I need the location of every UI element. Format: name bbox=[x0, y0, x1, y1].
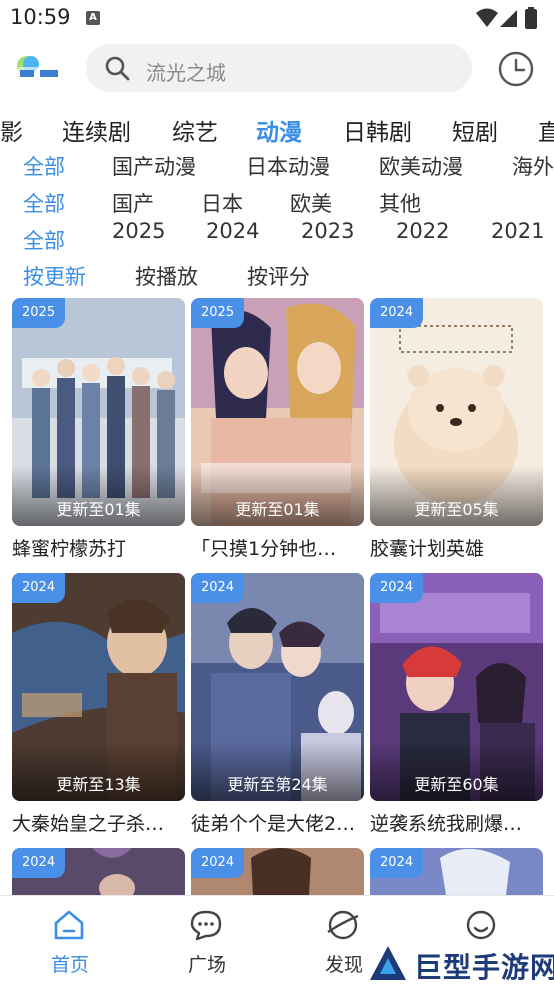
planet-icon bbox=[327, 910, 359, 940]
episode-status: 更新至01集 bbox=[235, 500, 320, 519]
status-bar: 10:59 A bbox=[0, 0, 554, 36]
card-title[interactable]: 徒弟个个是大佬2… bbox=[191, 809, 364, 836]
poster-image: 2025 更新至01集 bbox=[12, 298, 185, 526]
history-clock-icon[interactable] bbox=[497, 50, 535, 88]
year-badge: 2024 bbox=[12, 848, 66, 878]
smile-icon bbox=[466, 910, 496, 940]
year-badge: 2025 bbox=[12, 298, 66, 328]
year-badge: 2025 bbox=[191, 298, 245, 328]
watermark-text: 巨型手游网 bbox=[414, 951, 554, 984]
filter-year-2021[interactable]: 2021 bbox=[491, 219, 544, 243]
poster-image: 2025 更新至01集 bbox=[191, 298, 364, 526]
card-title[interactable]: 大秦始皇之子杀… bbox=[12, 809, 185, 836]
nav-square-label: 广场 bbox=[187, 954, 226, 976]
filter-region-jp[interactable]: 日本 bbox=[201, 188, 243, 218]
search-input[interactable]: 流光之城 bbox=[146, 57, 226, 86]
search-bar[interactable] bbox=[86, 44, 472, 92]
filter-year-2024[interactable]: 2024 bbox=[206, 219, 259, 243]
tab-short-drama[interactable]: 短剧 bbox=[452, 113, 498, 147]
status-time: 10:59 bbox=[10, 5, 71, 29]
sort-by-plays[interactable]: 按播放 bbox=[135, 261, 198, 291]
episode-status: 更新至60集 bbox=[414, 775, 499, 794]
filter-type-west[interactable]: 欧美动漫 bbox=[379, 151, 463, 181]
cellular-icon bbox=[500, 10, 517, 27]
wifi-icon bbox=[476, 8, 498, 27]
watermark-logo bbox=[370, 946, 406, 980]
tab-live[interactable]: 直 bbox=[538, 113, 554, 147]
poster-image: 2024 bbox=[12, 848, 185, 895]
tab-variety[interactable]: 综艺 bbox=[172, 113, 218, 147]
card-title[interactable]: 蜂蜜柠檬苏打 bbox=[12, 534, 185, 561]
tab-tv-series[interactable]: 连续剧 bbox=[62, 113, 131, 147]
filter-year-all[interactable]: 全部 bbox=[23, 225, 65, 255]
filter-type-all[interactable]: 全部 bbox=[23, 151, 65, 181]
year-badge: 2024 bbox=[191, 848, 245, 878]
filter-type-overseas[interactable]: 海外 bbox=[512, 151, 554, 181]
card-title[interactable]: 逆袭系统我刷爆… bbox=[370, 809, 543, 836]
episode-status: 更新至01集 bbox=[56, 500, 141, 519]
filter-type-jp[interactable]: 日本动漫 bbox=[246, 151, 330, 181]
filter-region-cn[interactable]: 国产 bbox=[112, 188, 154, 218]
filter-region-all[interactable]: 全部 bbox=[23, 188, 65, 218]
chat-icon bbox=[190, 910, 222, 941]
notification-icon: A bbox=[86, 11, 100, 25]
filter-type-cn[interactable]: 国产动漫 bbox=[112, 151, 196, 181]
year-badge: 2024 bbox=[191, 573, 245, 603]
sort-by-rating[interactable]: 按评分 bbox=[247, 261, 310, 291]
episode-status: 更新至05集 bbox=[414, 500, 499, 519]
year-badge: 2024 bbox=[370, 573, 424, 603]
watermark: 巨型手游网 bbox=[362, 940, 554, 986]
poster-image: 2024 更新至第24集 bbox=[191, 573, 364, 801]
nav-square[interactable]: 广场 bbox=[147, 896, 267, 986]
episode-status: 更新至13集 bbox=[56, 775, 141, 794]
poster-image: 2024 bbox=[191, 848, 364, 895]
tab-anime[interactable]: 动漫 bbox=[256, 113, 302, 147]
filter-year-2023[interactable]: 2023 bbox=[301, 219, 354, 243]
card-title[interactable]: 胶囊计划英雄 bbox=[370, 534, 543, 561]
episode-status: 更新至第24集 bbox=[227, 775, 328, 794]
sort-by-update[interactable]: 按更新 bbox=[23, 261, 86, 291]
poster-image: 2024 更新至05集 bbox=[370, 298, 543, 526]
poster-image: 2024 更新至60集 bbox=[370, 573, 543, 801]
app-logo[interactable] bbox=[16, 53, 64, 83]
battery-icon bbox=[525, 7, 537, 29]
poster-image: 2024 更新至13集 bbox=[12, 573, 185, 801]
home-icon bbox=[54, 910, 84, 940]
year-badge: 2024 bbox=[370, 848, 424, 878]
filter-region-other[interactable]: 其他 bbox=[379, 188, 421, 218]
search-icon[interactable] bbox=[104, 55, 130, 81]
year-badge: 2024 bbox=[12, 573, 66, 603]
tab-movie[interactable]: 影 bbox=[0, 113, 23, 147]
poster-image: 2024 bbox=[370, 848, 543, 895]
filter-region-west[interactable]: 欧美 bbox=[290, 188, 332, 218]
card-title[interactable]: 「只摸1分钟也… bbox=[191, 534, 364, 561]
nav-home-label: 首页 bbox=[50, 954, 89, 976]
nav-home[interactable]: 首页 bbox=[10, 896, 130, 986]
year-badge: 2024 bbox=[370, 298, 424, 328]
filter-year-2022[interactable]: 2022 bbox=[396, 219, 449, 243]
tab-jk-drama[interactable]: 日韩剧 bbox=[343, 113, 412, 147]
filter-year-2025[interactable]: 2025 bbox=[112, 219, 165, 243]
